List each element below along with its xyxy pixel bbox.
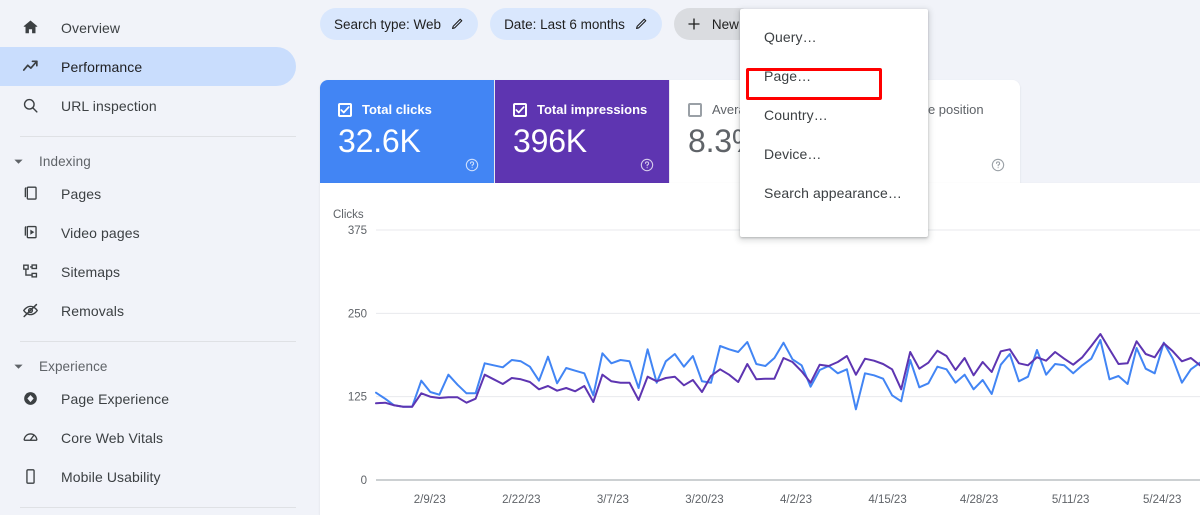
metric-card-label: Total clicks: [362, 102, 432, 117]
pencil-icon[interactable]: [634, 17, 648, 31]
checkbox-checked-icon[interactable]: [338, 102, 352, 117]
metric-card-header: Total impressions: [513, 102, 669, 117]
help-icon[interactable]: [464, 157, 480, 173]
menu-item-page[interactable]: Page…: [740, 56, 928, 95]
sidebar-item-sitemaps[interactable]: Sitemaps: [0, 252, 296, 291]
chart-x-tick-label: 4/2/23: [780, 494, 812, 506]
sidebar-group-experience[interactable]: Experience: [0, 353, 320, 379]
menu-item-country[interactable]: Country…: [740, 95, 928, 134]
chart-y-tick-label: 250: [348, 308, 367, 320]
filter-chip-label: Date: Last 6 months: [504, 16, 625, 32]
trending-up-icon: [20, 57, 40, 77]
menu-item-label: Device…: [764, 145, 822, 162]
menu-item-label: Page…: [764, 67, 812, 84]
menu-item-label: Query…: [764, 28, 817, 45]
metric-card-header: Total clicks: [338, 102, 494, 117]
sidebar-item-page-experience[interactable]: Page Experience: [0, 379, 296, 418]
chart-y-tick-label: 375: [348, 225, 367, 237]
sidebar-item-label: Mobile Usability: [61, 468, 161, 485]
sidebar-group-label: Experience: [39, 358, 108, 374]
menu-item-label: Country…: [764, 106, 828, 123]
sidebar-divider-1: [20, 136, 296, 137]
page-experience-icon: [20, 389, 40, 409]
chart-series-line: [375, 339, 1200, 411]
plus-icon: [686, 16, 702, 32]
sidebar-item-pages[interactable]: Pages: [0, 174, 296, 213]
search-console-performance-page: Overview Performance URL inspection Inde…: [0, 0, 1200, 515]
chart-x-tick-label: 2/22/23: [502, 494, 540, 506]
chart-x-tick-label: 4/15/23: [868, 494, 906, 506]
pages-icon: [20, 184, 40, 204]
sidebar-item-video-pages[interactable]: Video pages: [0, 213, 296, 252]
sidebar-item-label: Pages: [61, 185, 102, 202]
help-icon[interactable]: [990, 157, 1006, 173]
sidebar-item-mobile-usability[interactable]: Mobile Usability: [0, 457, 296, 496]
sidebar-divider-2: [20, 341, 296, 342]
chart-y-tick-label: 0: [361, 475, 367, 487]
checkbox-checked-icon[interactable]: [513, 102, 527, 117]
mobile-icon: [20, 467, 40, 487]
sidebar-item-label: Video pages: [61, 224, 140, 241]
sidebar-item-label: URL inspection: [61, 97, 157, 114]
chart-x-tick-label: 3/20/23: [685, 494, 723, 506]
chart-x-tick-label: 4/28/23: [960, 494, 998, 506]
metric-card-total-impressions[interactable]: Total impressions 396K: [495, 80, 670, 183]
sidebar-item-label: Overview: [61, 19, 121, 36]
chevron-down-icon: [10, 153, 26, 169]
new-filter-label: New: [711, 16, 739, 32]
sidebar-divider-3: [20, 507, 296, 508]
sidebar-item-label: Core Web Vitals: [61, 429, 164, 446]
sidebar-group-indexing[interactable]: Indexing: [0, 148, 320, 174]
sidebar-item-label: Sitemaps: [61, 263, 121, 280]
metric-card-value: 396K: [513, 123, 587, 159]
sidebar: Overview Performance URL inspection Inde…: [0, 0, 320, 515]
sidebar-item-performance[interactable]: Performance: [0, 47, 296, 86]
sidebar-item-label: Page Experience: [61, 390, 170, 407]
metric-card-value: 32.6K: [338, 123, 421, 159]
help-icon[interactable]: [639, 157, 655, 173]
sidebar-item-core-web-vitals[interactable]: Core Web Vitals: [0, 418, 296, 457]
chart-x-tick-label: 5/24/23: [1143, 494, 1181, 506]
speedometer-icon: [20, 428, 40, 448]
video-pages-icon: [20, 223, 40, 243]
sidebar-item-label: Performance: [61, 58, 143, 75]
menu-item-search-appearance[interactable]: Search appearance…: [740, 173, 928, 212]
sidebar-item-overview[interactable]: Overview: [0, 8, 296, 47]
sitemaps-icon: [20, 262, 40, 282]
sidebar-group-label: Indexing: [39, 153, 91, 169]
chart-x-tick-label: 3/7/23: [597, 494, 629, 506]
search-icon: [20, 96, 40, 116]
menu-item-label: Search appearance…: [764, 184, 902, 201]
chart-x-tick-label: 2/9/23: [414, 494, 446, 506]
sidebar-item-label: Removals: [61, 302, 125, 319]
chart-y-tick-label: 125: [348, 392, 367, 404]
home-icon: [20, 18, 40, 38]
filter-chip-date[interactable]: Date: Last 6 months: [490, 8, 662, 40]
pencil-icon[interactable]: [450, 17, 464, 31]
metric-card-total-clicks[interactable]: Total clicks 32.6K: [320, 80, 495, 183]
chart-x-tick-label: 5/11/23: [1052, 494, 1090, 506]
sidebar-item-removals[interactable]: Removals: [0, 291, 296, 330]
filter-chip-bar: Search type: Web Date: Last 6 months New: [320, 0, 755, 60]
menu-item-query[interactable]: Query…: [740, 17, 928, 56]
sidebar-item-url-inspection[interactable]: URL inspection: [0, 86, 296, 125]
eye-off-icon: [20, 301, 40, 321]
new-filter-dropdown-menu: Query… Page… Country… Device… Search app…: [740, 9, 928, 237]
menu-item-device[interactable]: Device…: [740, 134, 928, 173]
chevron-down-icon: [10, 358, 26, 374]
metric-card-label: Total impressions: [537, 102, 648, 117]
checkbox-unchecked-icon[interactable]: [688, 102, 702, 117]
filter-chip-label: Search type: Web: [334, 16, 442, 32]
filter-chip-search-type[interactable]: Search type: Web: [320, 8, 479, 40]
